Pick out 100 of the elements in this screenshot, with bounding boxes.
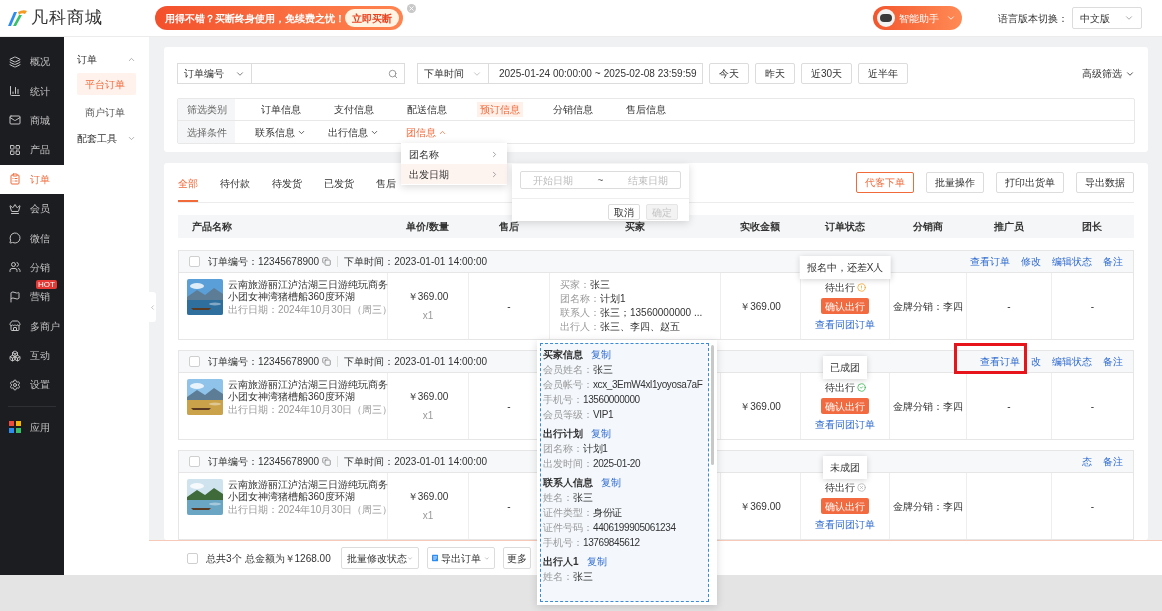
export-orders-button[interactable]: 导出订单 — [426, 547, 495, 569]
menu-item[interactable]: 团名称 — [401, 144, 507, 164]
info-field: 证件号码：4406199905061234 — [543, 520, 706, 535]
advanced-filter-button[interactable]: 高级筛选 — [1082, 66, 1135, 81]
copy-icon[interactable] — [322, 257, 332, 266]
order-action-link[interactable]: 备注 — [1103, 454, 1123, 469]
info-field: 会员姓名：张三 — [543, 362, 706, 377]
search-field[interactable] — [252, 63, 405, 84]
checkbox[interactable] — [187, 552, 198, 564]
batch-status-select[interactable]: 批量修改状态 — [340, 547, 419, 569]
order-action-link[interactable]: 查看订单 — [980, 354, 1020, 369]
filter-category[interactable]: 售后信息 — [609, 100, 682, 119]
quick-date-button[interactable]: 昨天 — [755, 63, 795, 84]
status-tab[interactable]: 售后 — [376, 176, 396, 202]
date-range-field[interactable]: 2025-01-24 00:00:00 ~ 2025-02-08 23:59:59 — [489, 63, 703, 84]
nav-item[interactable]: 应用 — [0, 412, 64, 442]
copy-link[interactable]: 复制 — [591, 347, 611, 362]
filter-category[interactable]: 支付信息 — [317, 100, 390, 119]
promo-text: 用得不错？买断终身使用，免续费之忧！ — [165, 11, 345, 26]
filter-category[interactable]: 订单信息 — [244, 100, 317, 119]
grid-icon — [9, 143, 21, 156]
crown-icon — [9, 202, 21, 215]
buyer-detail: 团名称：计划1 — [560, 292, 627, 306]
column-header: 分销商 — [911, 220, 944, 234]
quantity: x1 — [422, 309, 434, 323]
order-action-link[interactable]: 态 — [1082, 454, 1092, 469]
users-icon — [9, 261, 21, 274]
filter-condition[interactable]: 出行信息 — [317, 124, 390, 140]
hot-badge: HOT — [36, 280, 57, 290]
checkbox[interactable] — [189, 456, 200, 467]
toolbar-button[interactable]: 打印出货单 — [996, 172, 1064, 193]
subnav-item[interactable]: 商户订单 — [76, 101, 136, 123]
same-group-orders-link[interactable]: 查看同团订单 — [815, 317, 875, 332]
nav-item[interactable]: 概况 — [0, 47, 64, 77]
toolbar-button[interactable]: 批量操作 — [926, 172, 984, 193]
section-title: 出行人1 — [543, 555, 579, 569]
after-sale-value: - — [507, 499, 511, 514]
language-select[interactable]: 中文版 — [1072, 7, 1142, 29]
menu-item[interactable]: 出发日期 — [401, 164, 507, 184]
check-circle-icon — [856, 383, 866, 392]
filter-condition[interactable]: 联系信息 — [244, 124, 317, 140]
filter-category[interactable]: 分销信息 — [536, 100, 609, 119]
copy-icon[interactable] — [322, 457, 332, 466]
nav-item[interactable]: 互动 — [0, 340, 64, 371]
nav-item[interactable]: 商城 — [0, 105, 64, 136]
same-group-orders-link[interactable]: 查看同团订单 — [815, 417, 875, 432]
nav-item[interactable]: 设置 — [0, 370, 64, 400]
order-action-link[interactable]: 查看订单 — [970, 254, 1010, 269]
time-select[interactable]: 下单时间 — [417, 63, 489, 84]
copy-link[interactable]: 复制 — [591, 426, 611, 441]
order-action-link[interactable]: 备注 — [1103, 254, 1123, 269]
info-field: 出发时间：2025-01-20 — [543, 456, 706, 471]
nav-item[interactable]: 会员 — [0, 193, 64, 224]
buy-now-button[interactable]: 立即买断 — [345, 9, 399, 27]
subnav-group[interactable]: 订单 — [76, 52, 136, 67]
column-header: 售后 — [497, 220, 520, 234]
order-number: 订单编号：12345678900 — [208, 255, 320, 269]
nav-item[interactable]: 多商户 — [0, 311, 64, 341]
status-tab[interactable]: 待付款 — [220, 176, 250, 202]
order-action-link[interactable]: 备注 — [1103, 354, 1123, 369]
more-button[interactable]: 更多 — [502, 547, 531, 569]
nav-item[interactable]: 统计 — [0, 76, 64, 106]
status-tab[interactable]: 待发货 — [272, 176, 302, 202]
language-label: 语言版本切换： — [998, 11, 1068, 26]
info-field: 手机号：13560000000 — [543, 392, 706, 407]
filter-category[interactable]: 配送信息 — [390, 100, 463, 119]
quick-date-button[interactable]: 今天 — [709, 63, 749, 84]
order-action-link[interactable]: 编辑状态 — [1052, 354, 1092, 369]
checkbox[interactable] — [189, 356, 200, 367]
nav-item[interactable]: 微信 — [0, 223, 64, 253]
copy-link[interactable]: 复制 — [601, 475, 621, 490]
cancel-button[interactable]: 取消 — [608, 204, 640, 220]
checkbox[interactable] — [189, 256, 200, 267]
scrollbar[interactable] — [711, 345, 714, 465]
travel-date: 出行日期：2024年10月30日（周三） — [228, 303, 393, 316]
brand-name: 凡科商城 — [31, 7, 103, 30]
close-icon[interactable] — [407, 4, 416, 13]
nav-item[interactable]: 产品 — [0, 135, 64, 165]
subnav-group[interactable]: 配套工具 — [76, 131, 136, 146]
info-field: 团名称：计划1 — [543, 441, 706, 456]
promo-banner[interactable]: 用得不错？买断终身使用，免续费之忧！ 立即买断 — [155, 6, 403, 30]
section-title: 出行计划 — [543, 427, 583, 441]
same-group-orders-link[interactable]: 查看同团订单 — [815, 517, 875, 532]
nav-item[interactable]: HOT 营销 — [0, 282, 64, 312]
nav-item[interactable]: 分销 — [0, 252, 64, 283]
order-action-link[interactable]: 编辑状态 — [1052, 254, 1092, 269]
copy-link[interactable]: 复制 — [586, 554, 607, 569]
info-field: 姓名：张三 — [543, 569, 706, 584]
toolbar-button[interactable]: 导出数据 — [1076, 172, 1134, 193]
quick-date-button[interactable]: 近30天 — [801, 63, 853, 84]
field-select[interactable]: 订单编号 — [177, 63, 252, 84]
copy-icon[interactable] — [322, 357, 332, 366]
filter-row-label: 筛选类别 — [178, 99, 235, 120]
status-tab[interactable]: 已发货 — [324, 176, 354, 202]
collapse-handle[interactable] — [149, 292, 156, 322]
order-count: 总共3个 — [206, 551, 242, 566]
order-action-link[interactable]: 修改 — [1021, 254, 1041, 269]
quick-date-button[interactable]: 近半年 — [858, 63, 909, 84]
order-total: 总金额为￥1268.00 — [244, 551, 331, 566]
order-action-link[interactable]: 改 — [1031, 354, 1041, 369]
